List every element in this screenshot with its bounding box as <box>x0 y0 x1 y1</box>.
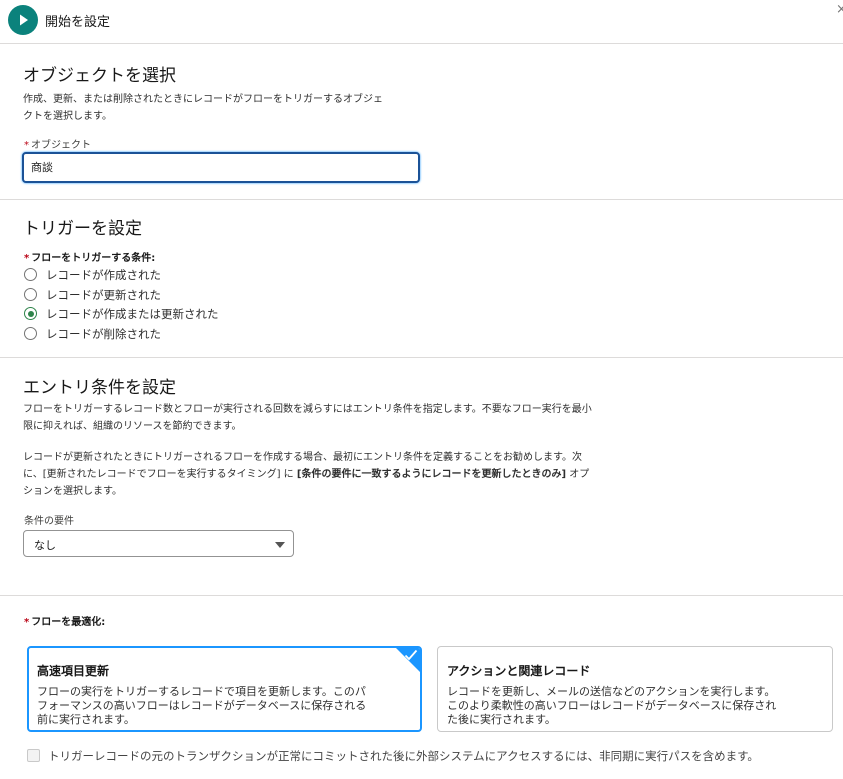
card-title: 高速項目更新 <box>37 664 110 678</box>
required-mark: * <box>24 140 29 151</box>
async-path-label: トリガーレコードの元のトランザクションが正常にコミットされた後に外部システムにア… <box>48 749 759 763</box>
fast-field-update-card[interactable]: 高速項目更新 フローの実行をトリガーするレコードで項目を更新します。このパ フォ… <box>27 646 422 732</box>
trigger-condition-label-text: フローをトリガーする条件: <box>31 253 156 264</box>
async-path-checkbox[interactable] <box>27 749 40 762</box>
card-description-line: フローの実行をトリガーするレコードで項目を更新します。このパ <box>37 685 366 698</box>
object-description-line: 作成、更新、または削除されたときにレコードがフローをトリガーするオブジェ <box>23 94 383 105</box>
entry-description-line: に、[更新されたレコードでフローを実行するタイミング] に [条件の要件に一致す… <box>23 466 589 483</box>
checkmark-icon <box>404 649 418 661</box>
trigger-section-heading: トリガーを設定 <box>23 219 142 239</box>
divider <box>0 595 843 596</box>
object-input[interactable]: 商談 <box>22 152 420 183</box>
required-mark: * <box>24 253 30 264</box>
card-description: フローの実行をトリガーするレコードで項目を更新します。このパ フォーマンスの高い… <box>37 685 366 727</box>
radio-button[interactable] <box>24 288 37 301</box>
panel-header: 開始を設定 × <box>0 0 843 44</box>
radio-button-selected[interactable] <box>24 307 37 320</box>
card-description-line: フォーマンスの高いフローはレコードがデータベースに保存される <box>37 699 367 712</box>
entry-description-text: に、[更新されたレコードでフローを実行するタイミング] に <box>23 469 297 480</box>
object-field-label: * オブジェクト <box>24 136 91 151</box>
optimize-label: * フローを最適化: <box>24 613 105 628</box>
radio-label: レコードが削除された <box>46 327 161 341</box>
select-value: なし <box>34 539 56 552</box>
object-field-label-text: オブジェクト <box>31 140 91 151</box>
card-description-line: レコードを更新し、メールの送信などのアクションを実行します。 <box>447 685 776 698</box>
radio-button[interactable] <box>24 268 37 281</box>
entry-description-bold: [条件の要件に一致するようにレコードを更新したときのみ] <box>296 469 567 480</box>
radio-label: レコードが作成された <box>46 268 161 282</box>
condition-requirement-label: 条件の要件 <box>24 516 74 527</box>
divider <box>0 199 843 200</box>
entry-description-2: レコードが更新されたときにトリガーされるフローを作成する場合、最初にエントリ条件… <box>23 449 589 500</box>
trigger-condition-label: * フローをトリガーする条件: <box>24 249 155 264</box>
entry-description-line: レコードが更新されたときにトリガーされるフローを作成する場合、最初にエントリ条件… <box>23 452 582 463</box>
condition-requirement-select[interactable]: なし <box>23 530 294 557</box>
entry-description-1: フローをトリガーするレコード数とフローが実行される回数を減らすにはエントリ条件を… <box>23 401 592 435</box>
card-description-line: このより柔軟性の高いフローはレコードがデータベースに保存され <box>447 699 777 712</box>
optimize-label-text: フローを最適化: <box>31 617 106 628</box>
object-description-line: クトを選択します。 <box>23 111 112 122</box>
required-mark: * <box>24 617 30 628</box>
entry-description-line: フローをトリガーするレコード数とフローが実行される回数を減らすにはエントリ条件を… <box>23 404 592 415</box>
entry-description-line: ションを選択します。 <box>23 486 122 497</box>
radio-label: レコードが更新された <box>46 288 161 302</box>
card-description-line: 前に実行されます。 <box>37 713 135 726</box>
panel-title: 開始を設定 <box>45 15 111 30</box>
radio-label: レコードが作成または更新された <box>46 307 219 321</box>
card-description: レコードを更新し、メールの送信などのアクションを実行します。 このより柔軟性の高… <box>447 685 776 727</box>
card-description-line: た後に実行されます。 <box>447 713 556 726</box>
entry-description-text: オプ <box>566 469 590 480</box>
play-icon <box>8 5 38 35</box>
chevron-down-icon <box>275 542 285 548</box>
object-section-description: 作成、更新、または削除されたときにレコードがフローをトリガーするオブジェ クトを… <box>23 91 383 125</box>
entry-section-heading: エントリ条件を設定 <box>23 378 176 398</box>
card-title: アクションと関連レコード <box>447 664 591 678</box>
entry-description-line: 限に抑えれば、組織のリソースを節約できます。 <box>23 421 242 432</box>
object-section-heading: オブジェクトを選択 <box>23 66 176 86</box>
radio-button[interactable] <box>24 327 37 340</box>
divider <box>0 357 843 358</box>
actions-related-records-card[interactable]: アクションと関連レコード レコードを更新し、メールの送信などのアクションを実行し… <box>437 646 833 732</box>
close-icon[interactable]: × <box>836 3 843 17</box>
